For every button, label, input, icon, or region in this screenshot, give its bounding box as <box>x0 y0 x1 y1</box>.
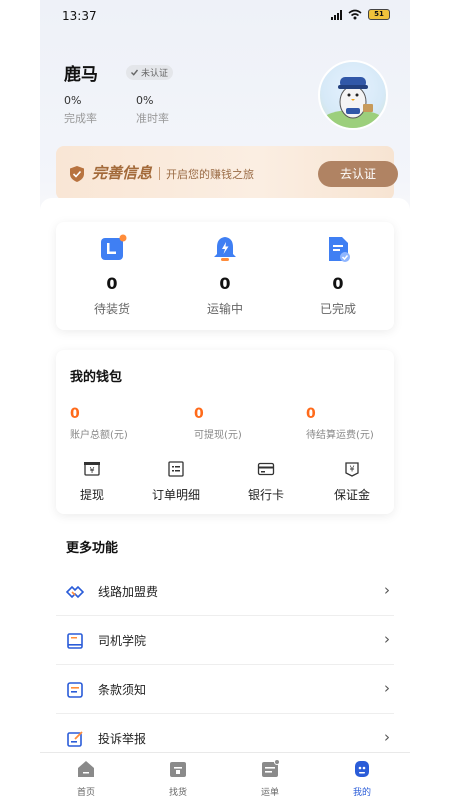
wallet-total[interactable]: 0 账户总额(元) <box>70 406 128 441</box>
svg-text:¥: ¥ <box>349 465 354 474</box>
menu-item-route-fee-label: 线路加盟费 <box>98 585 159 599</box>
completion-rate: 0% 完成率 <box>64 94 97 126</box>
user-name: 鹿马 <box>64 65 98 85</box>
pending-load-icon <box>101 234 127 260</box>
penguin-avatar-icon <box>323 77 383 128</box>
wallet-withdrawable-value: 0 <box>194 406 204 422</box>
complaint-icon <box>67 731 83 747</box>
menu-item-terms[interactable]: 条款须知 › <box>56 665 394 714</box>
order-status-card: 0 待装货 0 运输中 0 已完成 <box>56 222 394 330</box>
app-screen: 13:37 51 鹿马 未认证 0% 完成率 0% 准时率 完善信息 开启您的赚… <box>40 0 410 800</box>
status-bar: 13:37 51 <box>40 0 410 32</box>
transit-label: 运输中 <box>206 302 243 316</box>
avatar[interactable] <box>318 60 388 130</box>
find-goods-icon <box>170 762 186 777</box>
deposit-label: 保证金 <box>333 488 370 502</box>
chevron-right-icon: › <box>384 679 390 697</box>
wallet-withdrawable[interactable]: 0 可提现(元) <box>194 406 242 441</box>
terms-icon <box>67 682 83 698</box>
order-detail-button[interactable]: 订单明细 <box>136 460 216 503</box>
order-detail-icon <box>168 461 184 477</box>
bank-card-button[interactable]: 银行卡 <box>226 460 306 503</box>
go-certify-button[interactable]: 去认证 <box>318 161 398 187</box>
tab-profile-label: 我的 <box>352 788 371 798</box>
completed-label: 已完成 <box>319 302 356 316</box>
menu-item-complaint-label: 投诉举报 <box>98 732 147 746</box>
ontime-rate-value: 0% <box>136 94 154 107</box>
wallet-total-label: 账户总额(元) <box>70 430 128 441</box>
menu-item-terms-label: 条款须知 <box>98 683 147 697</box>
wallet-pending-freight-value: 0 <box>306 406 316 422</box>
complete-info-banner: 完善信息 开启您的赚钱之旅 去认证 <box>56 146 398 200</box>
book-icon <box>67 633 83 649</box>
order-detail-label: 订单明细 <box>151 488 200 502</box>
pending-label: 待装货 <box>93 302 130 316</box>
ontime-rate: 0% 准时率 <box>136 94 169 126</box>
tab-find-goods-label: 找货 <box>168 788 187 798</box>
wallet-title: 我的钱包 <box>70 370 123 385</box>
battery-icon: 51 <box>368 9 390 20</box>
menu-item-route-fee[interactable]: 线路加盟费 › <box>56 567 394 616</box>
tab-waybill[interactable]: 运单 <box>224 759 316 798</box>
completed-doc-icon <box>329 237 350 262</box>
completion-rate-value: 0% <box>64 94 82 107</box>
withdraw-icon: ¥ <box>84 462 100 476</box>
status-time: 13:37 <box>62 9 97 23</box>
check-icon <box>131 69 139 76</box>
bottom-tab-bar: 首页 找货 运单 我的 <box>40 752 410 800</box>
menu-item-driver-academy-label: 司机学院 <box>98 634 147 648</box>
profile-icon <box>355 761 369 777</box>
svg-text:¥: ¥ <box>89 466 94 475</box>
wifi-icon <box>348 9 362 20</box>
tab-waybill-label: 运单 <box>260 788 279 798</box>
in-transit-bell-icon <box>214 237 236 261</box>
signal-icon <box>331 9 342 20</box>
waybill-icon <box>262 759 280 777</box>
shield-check-icon <box>70 166 84 182</box>
cert-status-label: 未认证 <box>141 69 169 79</box>
completion-rate-label: 完成率 <box>64 112 97 125</box>
menu-item-driver-academy[interactable]: 司机学院 › <box>56 616 394 665</box>
tab-profile[interactable]: 我的 <box>316 759 408 798</box>
bank-card-icon <box>257 462 275 476</box>
chevron-right-icon: › <box>384 581 390 599</box>
withdraw-button[interactable]: ¥ 提现 <box>52 460 132 503</box>
transit-count: 0 <box>219 274 231 293</box>
tab-find-goods[interactable]: 找货 <box>132 759 224 798</box>
chevron-right-icon: › <box>384 728 390 746</box>
banner-divider <box>159 167 160 180</box>
banner-title: 完善信息 <box>92 164 153 182</box>
deposit-button[interactable]: ¥ 保证金 <box>312 460 392 503</box>
wallet-total-value: 0 <box>70 406 80 422</box>
status-icons: 51 <box>331 9 390 20</box>
tab-home-label: 首页 <box>76 788 95 798</box>
wallet-card: 我的钱包 0 账户总额(元) 0 可提现(元) 0 待结算运费(元) ¥ 提现 <box>56 350 394 514</box>
handshake-icon <box>66 585 84 599</box>
pending-count: 0 <box>106 274 118 293</box>
withdraw-label: 提现 <box>79 488 104 502</box>
banner-subtitle: 开启您的赚钱之旅 <box>166 168 254 181</box>
deposit-icon: ¥ <box>345 462 359 477</box>
bank-card-label: 银行卡 <box>247 488 284 502</box>
wallet-withdrawable-label: 可提现(元) <box>194 430 242 441</box>
wallet-pending-freight-label: 待结算运费(元) <box>306 430 374 441</box>
wallet-pending-freight[interactable]: 0 待结算运费(元) <box>306 406 374 441</box>
chevron-right-icon: › <box>384 630 390 648</box>
tab-home[interactable]: 首页 <box>40 759 132 798</box>
cert-status-badge[interactable]: 未认证 <box>126 65 174 80</box>
ontime-rate-label: 准时率 <box>136 112 169 125</box>
completed-count: 0 <box>332 274 344 293</box>
more-features-title: 更多功能 <box>66 541 119 556</box>
home-icon <box>78 761 94 777</box>
